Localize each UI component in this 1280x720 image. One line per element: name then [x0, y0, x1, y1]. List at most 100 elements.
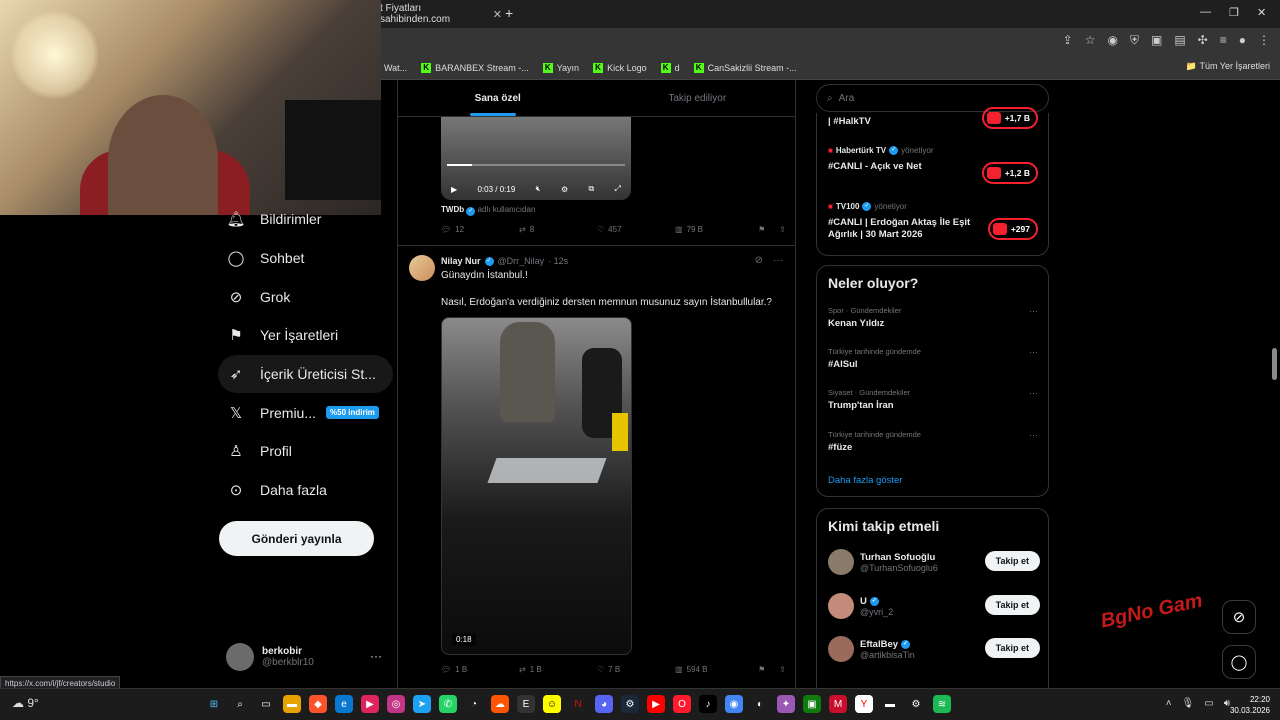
sidebar-item-profile[interactable]: ♙ Profil [218, 432, 393, 471]
video-progress[interactable] [447, 164, 625, 166]
brave-icon[interactable]: ◆ [309, 695, 327, 713]
grok-fab[interactable]: ⊘ [1222, 600, 1256, 634]
extension-icon[interactable]: ▣ [1151, 33, 1162, 48]
account-switcher[interactable]: berkobir @berkblr10 ··· [226, 643, 386, 671]
author-handle[interactable]: @Drr_Nilay [498, 256, 545, 266]
live-badge[interactable]: +1,7 B [981, 107, 1038, 129]
task-view-icon[interactable]: ▭ [257, 695, 275, 713]
play-icon[interactable]: ▶ [451, 185, 457, 194]
tiktok-icon[interactable]: ♪ [699, 695, 717, 713]
messages-fab[interactable]: ◯ [1222, 645, 1256, 679]
soundcloud-icon[interactable]: ☁ [491, 695, 509, 713]
chrome-icon[interactable]: ◉ [725, 695, 743, 713]
video-player[interactable]: 0:18 [441, 317, 632, 655]
media-icon[interactable]: ≡ [1220, 33, 1227, 48]
media-player-icon[interactable]: ▶ [361, 695, 379, 713]
sidebar-item-creator-studio[interactable]: ➶ İçerik Üreticisi St... [218, 354, 393, 394]
copilot-icon[interactable]: ✦ [777, 695, 795, 713]
live-item[interactable]: ■ TV100 ✓ yönetiyor #CANLI | Erdoğan Aktaş … [828, 202, 983, 241]
like-button[interactable]: ♡ 7 B [597, 665, 675, 674]
sidebar-item-bookmarks[interactable]: ⚑ Yer İşaretleri [218, 316, 393, 355]
show-more-link[interactable]: Daha fazla göster [828, 475, 902, 486]
source-name[interactable]: TWDb [441, 205, 464, 214]
sidebar-item-grok[interactable]: ⊘ Grok [218, 277, 393, 316]
epic-games-icon[interactable]: E [517, 695, 535, 713]
xbox-icon[interactable]: ▣ [803, 695, 821, 713]
whatsapp-icon[interactable]: ✆ [439, 695, 457, 713]
settings-icon[interactable]: ⚙ [907, 695, 925, 713]
trend-item[interactable]: Türkiye tarihinde gündemde #füze ··· [828, 430, 1038, 453]
grok-icon[interactable]: ⊘ [755, 255, 763, 266]
live-item[interactable]: ■ Habertürk TV ✓ yönetiyor #CANLI - Açık ve… [828, 146, 983, 173]
mute-icon[interactable]: 🔇︎ [536, 184, 541, 194]
post-button[interactable]: Gönderi yayınla [219, 521, 374, 556]
share-icon[interactable]: ⇪ [779, 665, 786, 674]
speedometer-icon[interactable]: ◔ [465, 695, 483, 713]
views-button[interactable]: ▥ 79 B [675, 225, 753, 234]
extension-icon[interactable]: ◉ [1107, 33, 1117, 48]
steam-icon[interactable]: ⚙ [621, 695, 639, 713]
puzzle-icon[interactable]: ✣ [1198, 33, 1208, 48]
netflix-icon[interactable]: N [569, 695, 587, 713]
repost-button[interactable]: ⇄ 1 B [519, 665, 597, 674]
edge-icon[interactable]: e [335, 695, 353, 713]
install-icon[interactable]: ⇪ [1063, 33, 1073, 48]
share-icon[interactable]: ⇪ [779, 225, 786, 234]
follow-button[interactable]: Takip et [984, 595, 1040, 615]
display-icon[interactable]: ▭ [1204, 698, 1213, 709]
live-badge[interactable]: +1,2 B [981, 162, 1038, 184]
sidebar-item-notifications[interactable]: 🔔︎ Bildirimler [218, 200, 393, 239]
bookmark-icon[interactable]: ⚑ [758, 665, 765, 674]
restore-icon[interactable]: ❐ [1229, 6, 1239, 19]
new-tab-icon[interactable]: + [505, 5, 513, 21]
mcafee-icon[interactable]: M [829, 695, 847, 713]
chevron-up-icon[interactable]: ˄ [1166, 698, 1172, 709]
follow-suggestion[interactable]: EftalBey ✓ @artikbisaTin Takip et [828, 636, 1040, 662]
more-icon[interactable]: ··· [1029, 430, 1038, 440]
close-tab-icon[interactable]: ✕ [493, 8, 502, 21]
settings-icon[interactable]: ⚙ [561, 185, 568, 194]
spotify-icon[interactable]: ≋ [933, 695, 951, 713]
tweet-time[interactable]: · 12s [548, 256, 568, 266]
sidebar-item-premium[interactable]: 𝕏 Premiu... %50 indirim [218, 393, 393, 432]
opera-icon[interactable]: O [673, 695, 691, 713]
views-button[interactable]: ▥ 594 B [675, 665, 753, 674]
scrollbar-thumb[interactable] [1272, 348, 1277, 380]
windows-start-icon[interactable]: ⊞ [205, 695, 223, 713]
weather-widget[interactable]: ☁ 9° [12, 696, 39, 710]
discord-icon[interactable]: ◕ [595, 695, 613, 713]
obs-icon[interactable]: ◐ [751, 695, 769, 713]
live-badge[interactable]: +297 [987, 218, 1038, 240]
clock[interactable]: 22:20 30.03.2026 [1230, 694, 1270, 716]
author-name[interactable]: Nilay Nur [441, 256, 481, 266]
sidebar-item-more[interactable]: ⊙ Daha fazla [218, 471, 393, 510]
repost-button[interactable]: ⇄ 8 [519, 225, 597, 234]
more-icon[interactable]: ··· [370, 649, 382, 663]
follow-button[interactable]: Takip et [984, 638, 1040, 658]
more-icon[interactable]: ··· [1029, 388, 1038, 398]
more-icon[interactable]: ··· [773, 255, 783, 266]
instagram-icon[interactable]: ◎ [387, 695, 405, 713]
menu-icon[interactable]: ⋮ [1258, 33, 1270, 48]
bookmark-item[interactable]: Kd [660, 62, 680, 73]
avatar[interactable] [409, 255, 435, 281]
like-button[interactable]: ♡ 457 [597, 225, 675, 234]
trend-item[interactable]: Siyaset · Gündemdekiler Trump'tan İran ··· [828, 388, 1038, 411]
follow-suggestion[interactable]: U ✓ @yvri_2 Takip et [828, 593, 1040, 619]
profile-icon[interactable]: ● [1239, 33, 1246, 48]
trend-item[interactable]: Türkiye tarihinde gündemde #AlSul ··· [828, 347, 1038, 370]
bookmark-item[interactable]: K Yayın [542, 62, 579, 73]
shield-icon[interactable]: ⛨ [1130, 33, 1139, 48]
live-item[interactable]: | #HalkTV [828, 116, 983, 128]
yandex-icon[interactable]: Y [855, 695, 873, 713]
reply-button[interactable]: 💬︎ 1 B [441, 665, 519, 674]
all-bookmarks-link[interactable]: 📁 Tüm Yer İşaretleri [1186, 61, 1270, 72]
reply-button[interactable]: 💬︎ 12 [441, 225, 519, 234]
snapchat-icon[interactable]: ☺ [543, 695, 561, 713]
window-close-icon[interactable]: ✕ [1257, 6, 1266, 19]
microphone-icon[interactable]: 🎙︎ [1182, 698, 1195, 709]
bookmark-item[interactable]: K CanSakizlii Stream -... [693, 62, 797, 73]
bookmark-item[interactable]: Wat... [384, 63, 407, 73]
bookmark-item[interactable]: K Kick Logo [593, 62, 647, 73]
sidebar-item-chat[interactable]: ◯ Sohbet [218, 239, 393, 278]
